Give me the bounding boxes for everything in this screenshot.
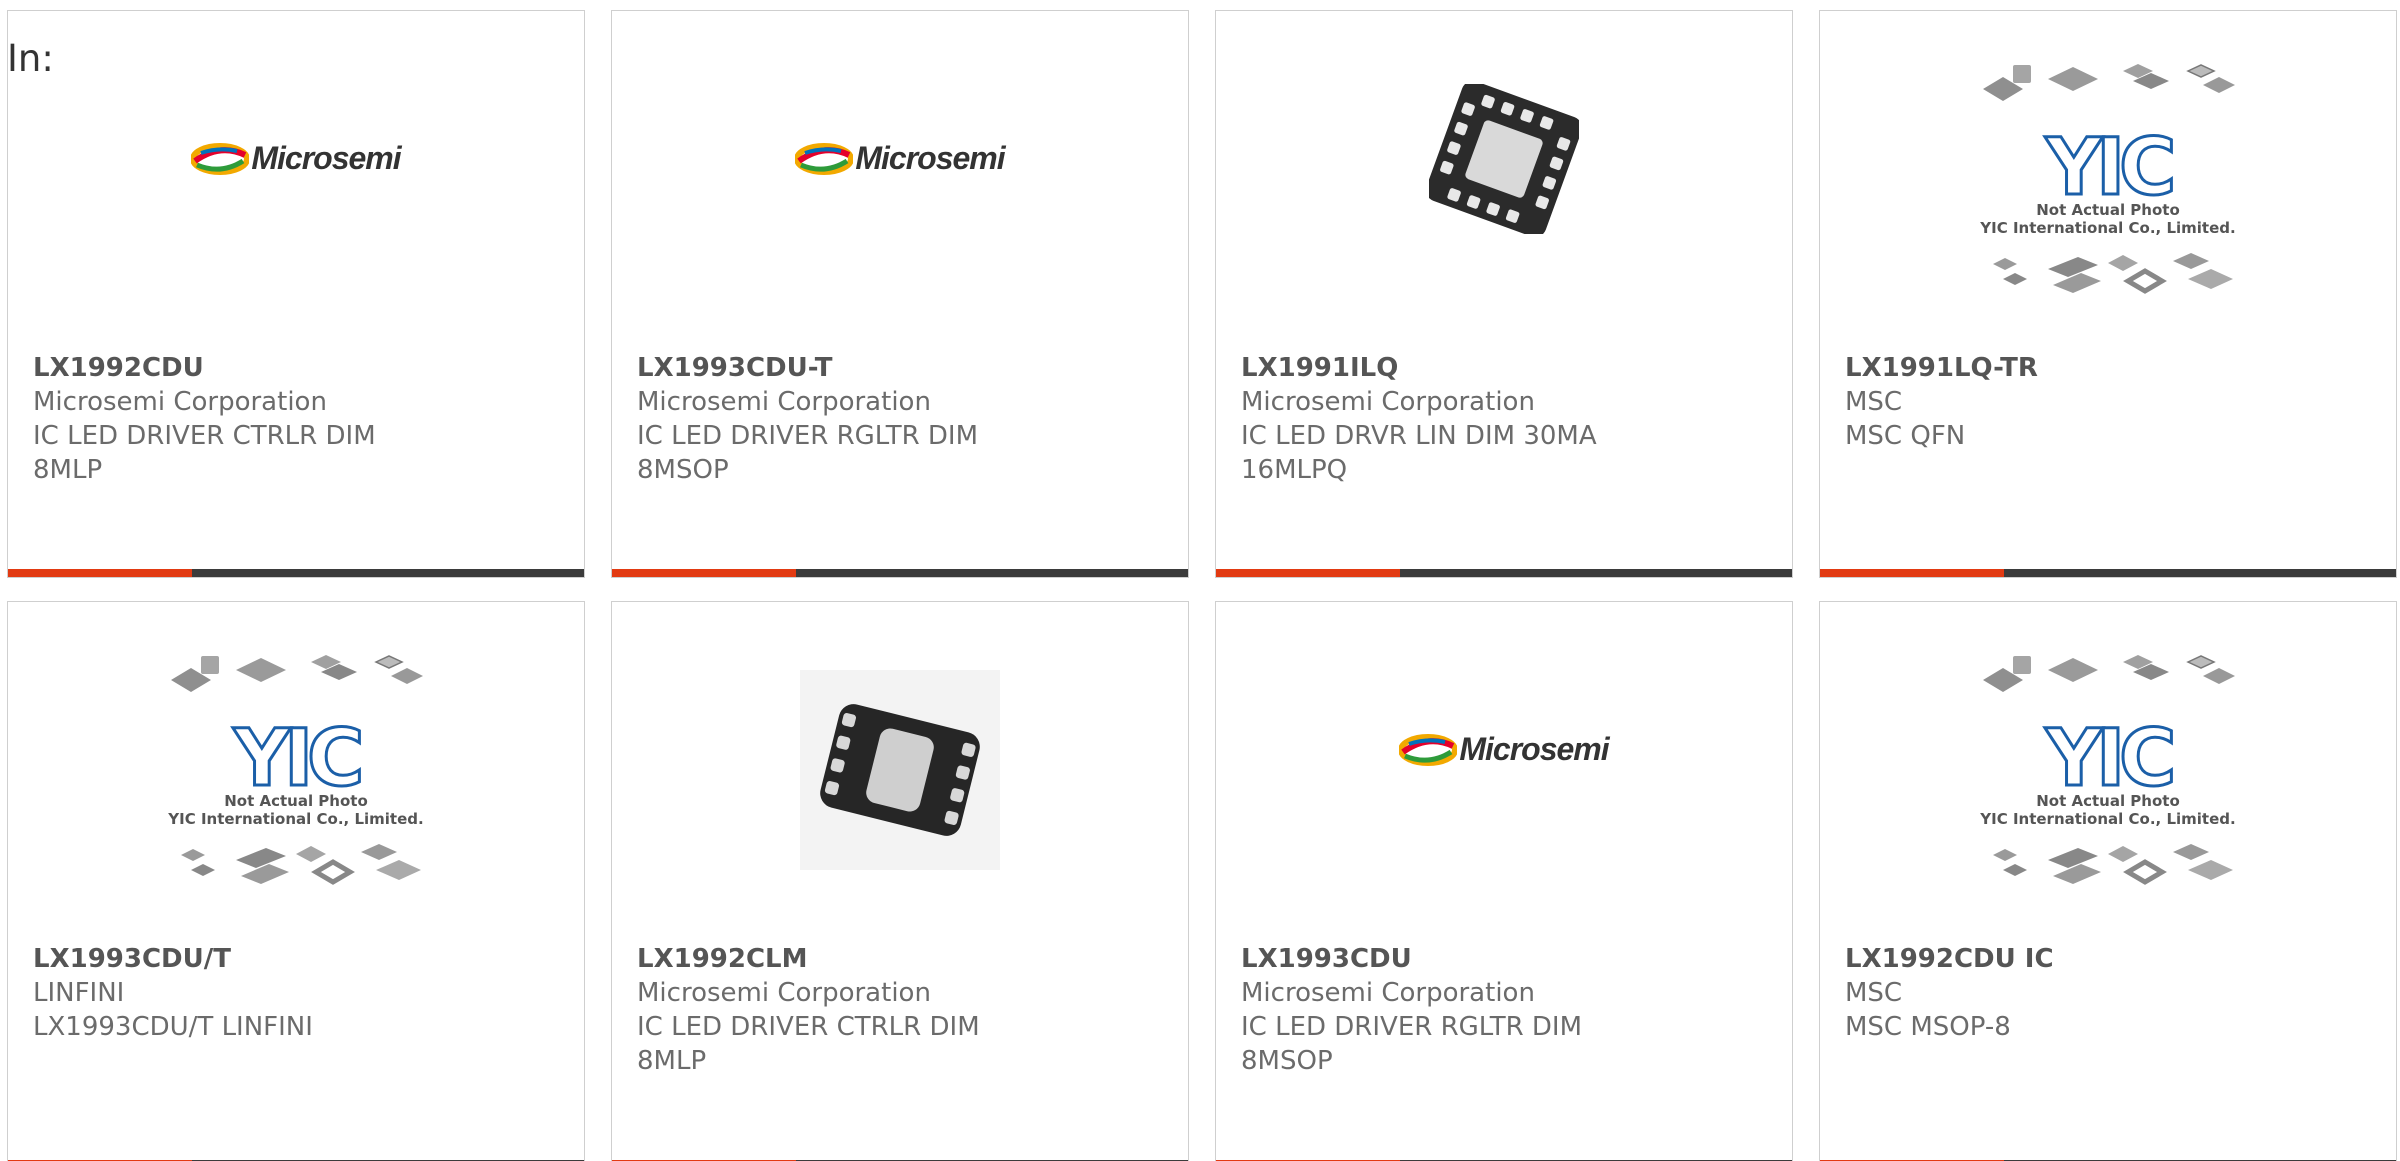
product-manufacturer: MSC	[1845, 387, 1903, 417]
product-part-number[interactable]: LX1993CDU	[1241, 942, 1661, 976]
product-manufacturer: Microsemi Corporation	[33, 387, 327, 417]
product-card[interactable]: Microsemi LX1992CDU Microsemi Corporatio…	[7, 10, 585, 578]
svg-text:YIC: YIC	[2045, 714, 2173, 804]
product-description: LX1993CDU/T LINFINI	[33, 1012, 313, 1042]
placeholder-line1: Not Actual Photo	[2036, 200, 2180, 219]
component-collage-icon: YIC	[171, 654, 423, 885]
product-card[interactable]: Microsemi LX1993CDU-T Microsemi Corporat…	[611, 10, 1189, 578]
card-accent-bar	[8, 569, 192, 577]
product-card[interactable]: YIC Not Actual Photo YIC International C…	[1819, 601, 2397, 1161]
in-label: In:	[7, 37, 54, 80]
product-description: IC LED DRVR LIN DIM 30MA 16MLPQ	[1241, 421, 1597, 485]
placeholder-line2: YIC International Co., Limited.	[168, 809, 424, 828]
card-bottom-bar	[1216, 569, 1792, 577]
product-description: MSC QFN	[1845, 421, 1966, 451]
yic-placeholder-image: YIC Not Actual Photo YIC International C…	[161, 650, 431, 890]
product-part-number[interactable]: LX1992CLM	[637, 942, 1057, 976]
product-info: LX1992CDU Microsemi Corporation IC LED D…	[33, 351, 453, 487]
product-manufacturer: Microsemi Corporation	[637, 978, 931, 1008]
microsemi-wordmark: Microsemi	[855, 140, 1005, 176]
product-description: IC LED DRIVER RGLTR DIM 8MSOP	[637, 421, 979, 485]
product-info: LX1993CDU Microsemi Corporation IC LED D…	[1241, 942, 1661, 1078]
product-info: LX1993CDU/T LINFINI LX1993CDU/T LINFINI	[33, 942, 453, 1044]
placeholder-line2: YIC International Co., Limited.	[1980, 809, 2236, 828]
product-info: LX1991LQ-TR MSC MSC QFN	[1845, 351, 2265, 453]
product-part-number[interactable]: LX1991ILQ	[1241, 351, 1661, 385]
svg-text:YIC: YIC	[2045, 123, 2173, 213]
card-bottom-bar	[1820, 569, 2396, 577]
product-card[interactable]: YIC Not Actual Photo YIC International C…	[7, 601, 585, 1161]
product-image[interactable]: YIC Not Actual Photo YIC International C…	[1820, 602, 2396, 937]
dfn-chip-icon	[820, 703, 980, 836]
product-manufacturer: MSC	[1845, 978, 1903, 1008]
product-description: IC LED DRIVER CTRLR DIM 8MLP	[33, 421, 376, 485]
microsemi-swirl-icon	[191, 142, 250, 175]
microsemi-wordmark: Microsemi	[1459, 731, 1609, 767]
card-bottom-bar	[612, 569, 1188, 577]
product-image[interactable]: Microsemi	[1216, 602, 1792, 937]
product-card[interactable]: YIC Not Actual Photo YIC International C…	[1819, 10, 2397, 578]
placeholder-line2: YIC International Co., Limited.	[1980, 218, 2236, 237]
product-image[interactable]: Microsemi	[8, 11, 584, 346]
product-description: MSC MSOP-8	[1845, 1012, 2011, 1042]
dfn-chip-photo	[800, 669, 1000, 870]
qfn-chip-icon	[1429, 83, 1579, 234]
product-card[interactable]: LX1992CLM Microsemi Corporation IC LED D…	[611, 601, 1189, 1161]
product-image[interactable]: YIC Not Actual Photo YIC International C…	[1820, 11, 2396, 346]
product-info: LX1991ILQ Microsemi Corporation IC LED D…	[1241, 351, 1661, 487]
microsemi-wordmark: Microsemi	[251, 140, 401, 176]
product-part-number[interactable]: LX1993CDU-T	[637, 351, 1057, 385]
card-bottom-bar	[8, 569, 584, 577]
product-manufacturer: Microsemi Corporation	[1241, 978, 1535, 1008]
svg-text:YIC: YIC	[233, 714, 361, 804]
product-part-number[interactable]: LX1992CDU IC	[1845, 942, 2265, 976]
product-manufacturer: Microsemi Corporation	[637, 387, 931, 417]
product-image[interactable]	[1216, 11, 1792, 346]
product-card[interactable]: LX1991ILQ Microsemi Corporation IC LED D…	[1215, 10, 1793, 578]
microsemi-swirl-icon	[1399, 733, 1458, 766]
placeholder-line1: Not Actual Photo	[2036, 791, 2180, 810]
product-part-number[interactable]: LX1992CDU	[33, 351, 453, 385]
component-collage-icon: YIC	[1983, 654, 2235, 885]
product-card[interactable]: Microsemi LX1993CDU Microsemi Corporatio…	[1215, 601, 1793, 1161]
product-info: LX1992CLM Microsemi Corporation IC LED D…	[637, 942, 1057, 1078]
product-description: IC LED DRIVER RGLTR DIM 8MSOP	[1241, 1012, 1583, 1076]
yic-placeholder-image: YIC Not Actual Photo YIC International C…	[1973, 650, 2243, 890]
product-description: IC LED DRIVER CTRLR DIM 8MLP	[637, 1012, 980, 1076]
yic-placeholder-image: YIC Not Actual Photo YIC International C…	[1973, 59, 2243, 299]
microsemi-logo: Microsemi	[795, 140, 1006, 177]
card-accent-bar	[1216, 569, 1400, 577]
product-manufacturer: Microsemi Corporation	[1241, 387, 1535, 417]
placeholder-line1: Not Actual Photo	[224, 791, 368, 810]
product-part-number[interactable]: LX1991LQ-TR	[1845, 351, 2265, 385]
card-accent-bar	[1820, 569, 2004, 577]
product-info: LX1993CDU-T Microsemi Corporation IC LED…	[637, 351, 1057, 487]
card-accent-bar	[612, 569, 796, 577]
product-info: LX1992CDU IC MSC MSC MSOP-8	[1845, 942, 2265, 1044]
product-part-number[interactable]: LX1993CDU/T	[33, 942, 453, 976]
microsemi-logo: Microsemi	[191, 140, 402, 177]
product-image[interactable]	[612, 602, 1188, 937]
microsemi-swirl-icon	[795, 142, 854, 175]
product-manufacturer: LINFINI	[33, 978, 125, 1008]
product-image[interactable]: Microsemi	[612, 11, 1188, 346]
product-image[interactable]: YIC Not Actual Photo YIC International C…	[8, 602, 584, 937]
page: In: Microsemi LX1992CDU Microsemi Corpor…	[0, 0, 2400, 1161]
component-collage-icon: YIC	[1983, 63, 2235, 294]
microsemi-logo: Microsemi	[1399, 731, 1610, 768]
